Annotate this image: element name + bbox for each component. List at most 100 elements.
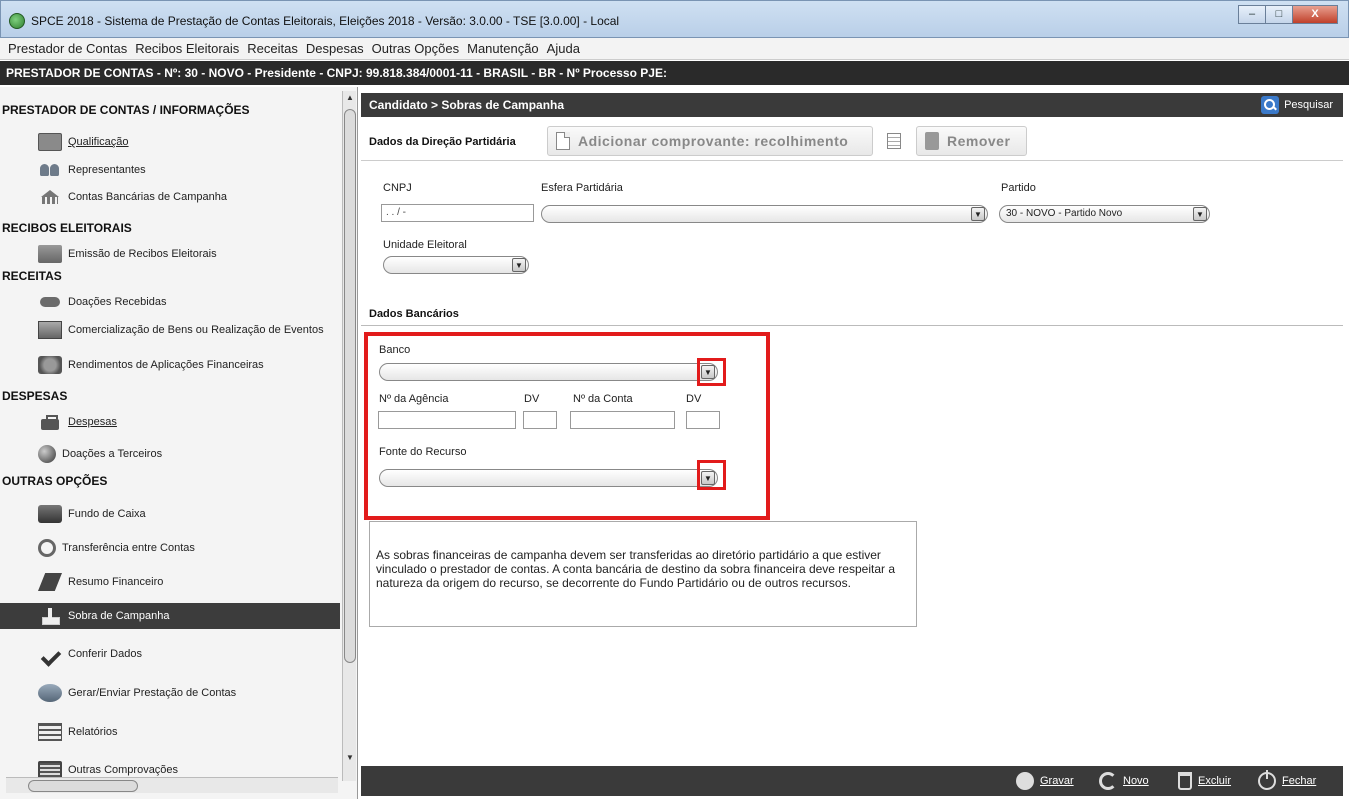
menu-recibos[interactable]: Recibos Eleitorais [135, 41, 239, 56]
scroll-down-arrow-icon[interactable]: ▼ [344, 751, 356, 765]
delete-label: Excluir [1198, 775, 1232, 787]
report-icon [38, 573, 62, 591]
fonte-label: Fonte do Recurso [379, 446, 467, 458]
sidebar-item-doacoes-recebidas[interactable]: Doações Recebidas [0, 289, 340, 315]
unidade-select[interactable]: ▼ [383, 256, 529, 274]
banco-label: Banco [379, 344, 411, 356]
sidebar-item-label: Qualificação [68, 136, 129, 148]
sidebar-item-transferencia[interactable]: Transferência entre Contas [0, 535, 340, 561]
bag-icon [38, 413, 62, 431]
minimize-button[interactable]: – [1238, 5, 1266, 24]
sidebar-item-conferir-dados[interactable]: Conferir Dados [0, 641, 340, 667]
new-label: Novo [1123, 775, 1149, 787]
partido-select[interactable]: 30 - NOVO - Partido Novo ▼ [999, 205, 1210, 223]
dv-agencia-field[interactable] [523, 411, 557, 429]
window-titlebar: SPCE 2018 - Sistema de Prestação de Cont… [0, 0, 1349, 38]
sidebar-item-label: Comercialização de Bens ou Realização de… [68, 324, 324, 336]
sidebar-item-comercializacao[interactable]: Comercialização de Bens ou Realização de… [0, 317, 340, 343]
horizontal-scrollbar-thumb[interactable] [28, 780, 138, 792]
menu-prestador[interactable]: Prestador de Contas [8, 41, 127, 56]
menu-manutencao[interactable]: Manutenção [467, 41, 539, 56]
dv-conta-field[interactable] [686, 411, 720, 429]
partido-label: Partido [1001, 182, 1036, 194]
chevron-down-icon[interactable]: ▼ [971, 207, 985, 221]
sidebar-item-label: Doações a Terceiros [62, 448, 163, 460]
search-button[interactable]: Pesquisar [1261, 96, 1333, 114]
save-label: Gravar [1040, 775, 1074, 787]
menu-outras-opcoes[interactable]: Outras Opções [372, 41, 459, 56]
save-button[interactable]: Gravar [1016, 772, 1074, 790]
fonte-select[interactable]: ▼ [379, 469, 718, 487]
conta-field[interactable] [570, 411, 675, 429]
direcao-partidaria-toolbar: Dados da Direção Partidária Adicionar co… [361, 123, 1343, 161]
cnpj-label: CNPJ [383, 182, 412, 194]
new-button[interactable]: Novo [1099, 772, 1149, 790]
sidebar-item-sobra-campanha[interactable]: Sobra de Campanha [0, 603, 340, 629]
refresh-new-icon [1099, 772, 1117, 790]
app-logo-icon [9, 13, 25, 29]
sidebar-item-resumo-financeiro[interactable]: Resumo Financeiro [0, 569, 340, 595]
save-icon [1016, 772, 1034, 790]
cnpj-field[interactable]: . . / - [381, 204, 534, 222]
unidade-label: Unidade Eleitoral [383, 239, 467, 251]
chevron-down-icon[interactable]: ▼ [1193, 207, 1207, 221]
banco-select[interactable]: ▼ [379, 363, 718, 381]
chevron-down-icon[interactable]: ▼ [512, 258, 526, 272]
sidebar-item-label: Resumo Financeiro [68, 576, 164, 588]
leftover-icon [38, 607, 62, 625]
dv-agencia-label: DV [524, 393, 540, 405]
action-footer: Gravar Novo Excluir Fechar [361, 766, 1343, 796]
people-icon [38, 161, 62, 179]
search-icon [1261, 96, 1280, 114]
menu-receitas[interactable]: Receitas [247, 41, 298, 56]
sidebar-item-label: Outras Comprovações [68, 764, 179, 776]
menu-ajuda[interactable]: Ajuda [547, 41, 580, 56]
sidebar-item-relatorios[interactable]: Relatórios [0, 719, 340, 745]
sidebar-item-representantes[interactable]: Representantes [0, 157, 340, 183]
divider [361, 325, 1343, 326]
sidebar-item-label: Relatórios [68, 726, 118, 738]
sidebar-item-label: Fundo de Caixa [68, 508, 146, 520]
close-label: Fechar [1282, 775, 1317, 787]
sidebar-item-contas-bancarias[interactable]: Contas Bancárias de Campanha [0, 184, 340, 210]
sidebar-item-label: Despesas [68, 416, 117, 428]
add-comprovante-button[interactable]: Adicionar comprovante: recolhimento [547, 126, 873, 156]
delete-button[interactable]: Excluir [1178, 772, 1231, 790]
close-button[interactable]: Fechar [1258, 770, 1317, 790]
goods-box-icon [38, 321, 62, 339]
add-comprovante-label: Adicionar comprovante: recolhimento [578, 133, 849, 149]
search-label: Pesquisar [1284, 99, 1333, 111]
sidebar-item-label: Transferência entre Contas [62, 542, 195, 554]
sidebar-item-qualificacao[interactable]: Qualificação [0, 129, 340, 155]
sidebar-vertical-scrollbar[interactable]: ▲ ▼ [342, 91, 356, 781]
menu-despesas[interactable]: Despesas [306, 41, 364, 56]
close-window-button[interactable]: X [1292, 5, 1338, 24]
scroll-up-arrow-icon[interactable]: ▲ [344, 91, 356, 105]
agencia-field[interactable] [378, 411, 516, 429]
menu-bar: Prestador de Contas Recibos Eleitorais R… [0, 38, 1349, 60]
cash-register-icon [38, 505, 62, 523]
sidebar-item-rendimentos[interactable]: Rendimentos de Aplicações Financeiras [0, 352, 340, 378]
sidebar: PRESTADOR DE CONTAS / INFORMAÇÕES Qualif… [0, 87, 358, 799]
sidebar-item-despesas[interactable]: Despesas [0, 409, 340, 435]
sidebar-item-emissao-recibos[interactable]: Emissão de Recibos Eleitorais [0, 241, 340, 267]
scrollbar-thumb[interactable] [344, 109, 356, 663]
agencia-label: Nº da Agência [379, 393, 449, 405]
sidebar-item-label: Gerar/Enviar Prestação de Contas [68, 687, 237, 699]
highlight-box [697, 358, 726, 386]
donation-hand-icon [38, 293, 62, 311]
maximize-button[interactable]: □ [1265, 5, 1293, 24]
sidebar-horizontal-scrollbar[interactable] [6, 777, 338, 793]
sidebar-item-doacoes-terceiros[interactable]: Doações a Terceiros [0, 441, 340, 467]
esfera-select[interactable]: ▼ [541, 205, 988, 223]
partido-value: 30 - NOVO - Partido Novo [1006, 208, 1123, 219]
sidebar-item-fundo-caixa[interactable]: Fundo de Caixa [0, 501, 340, 527]
sidebar-item-gerar-enviar[interactable]: Gerar/Enviar Prestação de Contas [0, 680, 340, 706]
notes-icon[interactable] [887, 133, 901, 149]
globe-icon [38, 445, 56, 463]
check-icon [38, 645, 62, 663]
sidebar-item-label: Doações Recebidas [68, 296, 167, 308]
remove-button[interactable]: Remover [916, 126, 1027, 156]
section-recibos: RECIBOS ELEITORAIS [2, 221, 132, 235]
conta-label: Nº da Conta [573, 393, 633, 405]
